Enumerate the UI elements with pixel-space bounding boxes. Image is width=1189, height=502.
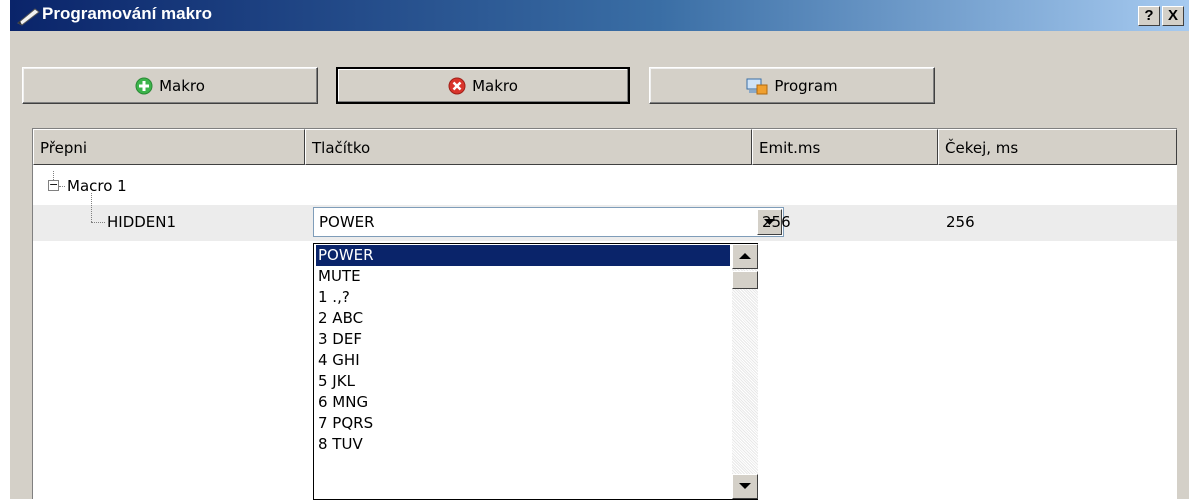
plus-circle-icon [135,77,153,94]
help-button[interactable]: ? [1138,6,1160,26]
row-wait-cell[interactable]: 256 [946,213,975,231]
collapse-icon[interactable]: − [48,179,59,191]
chevron-up-icon [739,253,751,259]
dropdown-list[interactable]: POWER MUTE 1 .,? 2 ABC 3 DEF 4 GHI 5 JKL… [313,243,758,500]
program-device-icon [746,78,768,94]
pen-icon [17,8,40,26]
remove-macro-button[interactable]: Makro [336,67,630,104]
tree-line [91,193,92,222]
dropdown-option[interactable]: 6 MNG [316,392,730,413]
dropdown-option[interactable]: 1 .,? [316,287,730,308]
tree-group-macro-1[interactable]: Macro 1 [67,177,127,195]
column-header-button[interactable]: Tlačítko [305,129,752,165]
program-button[interactable]: Program [649,67,935,104]
macro-window: Programování makro ? X Makro Makro Progr… [10,0,1189,500]
dropdown-option[interactable]: 2 ABC [316,308,730,329]
chevron-down-icon [739,483,751,489]
scroll-down-button[interactable] [732,474,758,499]
close-button[interactable]: X [1162,6,1184,26]
row-emit-cell[interactable]: 256 [762,213,791,231]
dropdown-option[interactable]: 5 JKL [316,371,730,392]
window-title: Programování makro [42,4,213,23]
dropdown-option[interactable]: 7 PQRS [316,413,730,434]
scroll-up-button[interactable] [732,244,758,269]
tree-line [59,186,65,187]
add-macro-label: Makro [159,76,205,95]
column-header-switch[interactable]: Přepni [33,129,305,165]
dropdown-option[interactable]: MUTE [316,266,730,287]
tree-line [91,222,105,223]
scroll-thumb[interactable] [732,271,758,289]
dropdown-option[interactable]: POWER [316,245,730,266]
button-select-value: POWER [319,213,375,231]
dropdown-option[interactable]: 3 DEF [316,329,730,350]
row-switch-cell: HIDDEN1 [107,213,177,231]
macro-table: Přepni Tlačítko Emit.ms Čekej, ms − Macr… [32,128,1177,500]
column-header-wait[interactable]: Čekej, ms [938,129,1177,165]
dropdown-option[interactable]: 8 TUV [316,434,730,455]
dropdown-option[interactable]: 4 GHI [316,350,730,371]
remove-macro-label: Makro [472,76,518,95]
add-macro-button[interactable]: Makro [22,67,318,104]
column-header-emit[interactable]: Emit.ms [752,129,938,165]
title-bar[interactable]: Programování makro ? X [10,0,1189,31]
program-label: Program [774,76,838,95]
button-select[interactable]: POWER [313,207,784,237]
x-circle-icon [448,77,466,94]
dropdown-scrollbar[interactable] [732,244,758,499]
